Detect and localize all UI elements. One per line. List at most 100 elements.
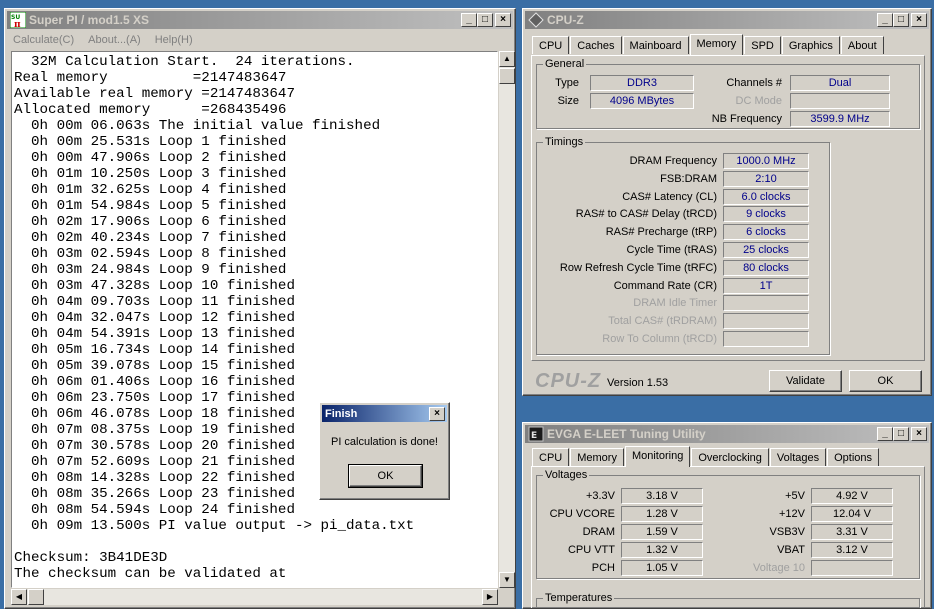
evga-tab-memory[interactable]: Memory [570,448,624,466]
voltage-value: 12.04 V [811,506,893,522]
timing-value: 9 clocks [723,206,809,223]
close-button[interactable]: × [495,13,511,27]
voltage-value: 1.28 V [621,506,703,522]
voltage-value: 4.92 V [811,488,893,504]
evga-tab-overclocking[interactable]: Overclocking [691,448,769,466]
log-line: 0h 01m 32.625s Loop 4 finished [14,182,287,198]
log-line: 0h 04m 32.047s Loop 12 finished [14,310,295,326]
cpuz-titlebar[interactable]: CPU-Z _ □ × [525,11,929,29]
evga-tab-voltages[interactable]: Voltages [769,448,827,466]
scroll-left-arrow-icon[interactable]: ◀ [11,589,27,605]
evga-app-icon: E [528,426,544,442]
menu-about[interactable]: About...(A) [88,34,141,46]
menu-help[interactable]: Help(H) [155,34,193,46]
log-line: The checksum can be validated at [14,566,287,582]
svg-text:E: E [531,431,537,441]
cpuz-minimize-button[interactable]: _ [877,13,893,27]
horizontal-scroll-thumb[interactable] [28,589,44,605]
log-line: 32M Calculation Start. 24 iterations. [14,54,355,70]
cpuz-version: Version 1.53 [607,377,669,389]
evga-tab-cpu[interactable]: CPU [532,448,570,466]
timing-label: FSB:DRAM [660,172,717,185]
log-line: Available real memory =2147483647 [14,86,295,102]
nb-frequency-value: 3599.9 MHz [790,111,890,127]
tab-graphics[interactable]: Graphics [781,36,840,54]
log-line: 0h 05m 16.734s Loop 14 finished [14,342,295,358]
timing-label: Row Refresh Cycle Time (tRFC) [559,261,717,274]
superpi-menubar: Calculate(C) About...(A) Help(H) [5,31,515,49]
finish-dialog-titlebar[interactable]: Finish × [322,405,447,422]
scroll-right-arrow-icon[interactable]: ▶ [482,589,498,605]
cpuz-ok-button[interactable]: OK [849,370,922,392]
evga-tab-options[interactable]: Options [827,448,880,466]
maximize-button[interactable]: □ [477,13,493,27]
voltage-value: 3.31 V [811,524,893,540]
superpi-log-text: 32M Calculation Start. 24 iterations. Re… [14,54,497,582]
cpuz-maximize-button[interactable]: □ [893,13,909,27]
timing-value: 6 clocks [723,224,809,241]
voltage-label: Voltage 10 [753,562,805,574]
finish-close-button[interactable]: × [429,406,445,421]
superpi-output-console[interactable]: 32M Calculation Start. 24 iterations. Re… [11,51,498,588]
log-line: 0h 06m 01.406s Loop 16 finished [14,374,295,390]
voltage-label: PCH [591,562,615,574]
log-line: 0h 06m 23.750s Loop 17 finished [14,390,295,406]
evga-titlebar[interactable]: E EVGA E-LEET Tuning Utility _ □ × [525,425,929,443]
tab-memory[interactable]: Memory [689,34,744,55]
tab-spd[interactable]: SPD [744,36,781,54]
voltage-value: 1.05 V [621,560,703,576]
finish-ok-button[interactable]: OK [348,464,423,488]
log-line: 0h 08m 54.594s Loop 24 finished [14,502,295,518]
superpi-window: SU π Super PI / mod1.5 XS _ □ × Calculate… [4,8,516,609]
timing-value [723,313,809,330]
voltage-label: CPU VCORE [549,508,615,520]
timing-label: Command Rate (CR) [613,279,717,292]
evga-close-button[interactable]: × [911,427,927,441]
nb-frequency-label: NB Frequency [711,113,782,125]
timing-label: DRAM Frequency [629,155,717,167]
timings-group-label: Timings [543,136,586,148]
timing-value: 2:10 [723,170,809,187]
log-line: 0h 00m 25.531s Loop 1 finished [14,134,287,150]
size-label: Size [557,95,579,107]
validate-button[interactable]: Validate [769,370,842,392]
superpi-titlebar[interactable]: SU π Super PI / mod1.5 XS _ □ × [7,11,513,30]
voltage-value: 3.12 V [811,542,893,558]
horizontal-scrollbar[interactable]: ◀ ▶ [11,589,498,605]
timing-value: 6.0 clocks [723,188,809,205]
finish-dialog-title: Finish [325,407,358,420]
tab-about[interactable]: About [840,36,884,54]
log-line: 0h 07m 52.609s Loop 21 finished [14,454,295,470]
channels-value: Dual [790,75,890,91]
menu-calculate[interactable]: Calculate(C) [13,34,74,46]
voltage-value: 1.59 V [621,524,703,540]
cpuz-window: CPU-Z _ □ × CPU Caches Mainboard Memory … [522,8,932,396]
log-line: 0h 08m 14.328s Loop 22 finished [14,470,295,486]
cpuz-title: CPU-Z [547,13,584,27]
timing-value: 80 clocks [723,259,809,276]
cpuz-brand-logo: CPU-Z [535,370,602,392]
vertical-scrollbar[interactable]: ▲ ▼ [499,51,515,588]
evga-tab-monitoring[interactable]: Monitoring [624,446,691,467]
timing-value: 1T [723,277,809,294]
evga-window: E EVGA E-LEET Tuning Utility _ □ × CPU M… [522,422,932,609]
evga-title: EVGA E-LEET Tuning Utility [547,427,706,441]
vertical-scroll-thumb[interactable] [499,68,515,84]
voltage-label: +3.3V [585,490,615,502]
log-line: 0h 07m 30.578s Loop 20 finished [14,438,295,454]
timing-label: Cycle Time (tRAS) [626,244,717,256]
tab-cpu[interactable]: CPU [532,36,570,54]
tab-mainboard[interactable]: Mainboard [622,36,689,54]
voltage-label: +5V [785,490,805,502]
evga-maximize-button[interactable]: □ [893,427,909,441]
log-line: 0h 07m 08.375s Loop 19 finished [14,422,295,438]
voltage-value: 3.18 V [621,488,703,504]
evga-minimize-button[interactable]: _ [877,427,893,441]
tab-caches[interactable]: Caches [570,36,622,54]
timing-label: RAS# to CAS# Delay (tRCD) [575,208,717,221]
scroll-down-arrow-icon[interactable]: ▼ [499,572,515,588]
minimize-button[interactable]: _ [461,13,477,27]
scroll-up-arrow-icon[interactable]: ▲ [499,51,515,67]
cpuz-close-button[interactable]: × [911,13,927,27]
log-line: Checksum: 3B41DE3D [14,550,168,566]
